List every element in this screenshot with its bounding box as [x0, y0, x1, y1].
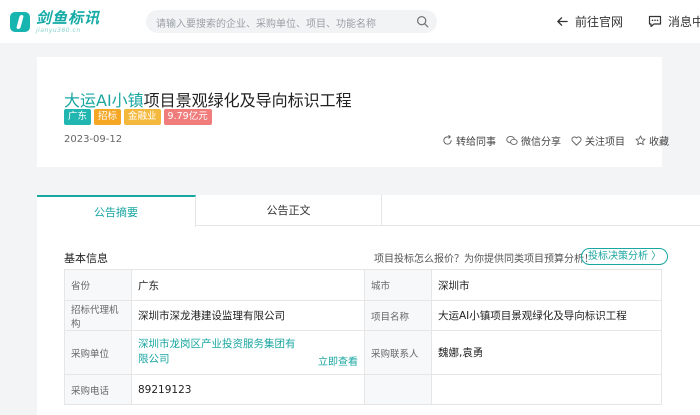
- basic-info-title: 基本信息: [64, 252, 108, 265]
- tag-type: 招标: [94, 109, 122, 125]
- messages-link[interactable]: 消息中: [648, 13, 700, 29]
- logo-icon: [10, 12, 30, 32]
- view-now-link[interactable]: 立即查看: [318, 353, 358, 368]
- table-row: 采购电话 89219123: [64, 374, 662, 405]
- agency-key: 招标代理机构: [64, 300, 132, 331]
- project-actions: 转给同事 微信分享 关注项目 收藏: [442, 133, 669, 148]
- favorite-button[interactable]: 收藏: [635, 133, 669, 148]
- tag-region: 广东: [64, 109, 92, 125]
- search-icon[interactable]: [416, 15, 429, 28]
- project-title: 大运AI小镇项目景观绿化及导向标识工程: [64, 87, 352, 111]
- go-to-official-site-link[interactable]: 前往官网: [556, 13, 623, 29]
- table-row: 省份 广东 城市 深圳市: [64, 269, 662, 301]
- publish-date: 2023-09-12: [64, 134, 123, 145]
- share-icon: [443, 135, 452, 145]
- bid-decision-analysis-button[interactable]: 投标决策分析 〉: [581, 248, 669, 265]
- project-name-key: 项目名称: [364, 300, 432, 331]
- back-arrow-icon: [557, 16, 568, 26]
- follow-project-label: 关注项目: [585, 137, 625, 148]
- announcement-detail-card: 公告摘要 公告正文 基本信息 项目投标怎么报价？为你提供同类项目预算分析！ 投标…: [37, 195, 700, 415]
- wechat-share-label: 微信分享: [521, 137, 561, 148]
- top-nav-bar: 剑鱼标讯 jianyu360.cn 请输入要搜索的企业、采购单位、项目、功能名称…: [0, 0, 700, 43]
- table-row: 招标代理机构 深圳市深龙港建设监理有限公司 项目名称 大运AI小镇项目景观绿化及…: [64, 300, 662, 331]
- search-input[interactable]: 请输入要搜索的企业、采购单位、项目、功能名称: [146, 10, 437, 33]
- city-key: 城市: [364, 269, 432, 301]
- buyer-contact-value: 魏娜,袁勇: [431, 330, 662, 375]
- follow-project-button[interactable]: 关注项目: [571, 133, 625, 148]
- favorite-label: 收藏: [649, 137, 669, 148]
- wechat-share-button[interactable]: 微信分享: [506, 133, 561, 148]
- tag-industry: 金融业: [124, 109, 161, 125]
- buyer-phone-value: 89219123: [131, 374, 365, 405]
- tab-announcement-text[interactable]: 公告正文: [196, 195, 382, 226]
- share-to-colleague-button[interactable]: 转给同事: [442, 133, 496, 148]
- message-icon: [648, 15, 662, 27]
- project-title-rest: 项目景观绿化及导向标识工程: [143, 91, 352, 110]
- project-title-highlight: 大运AI小镇: [64, 91, 144, 110]
- basic-info-table: 省份 广东 城市 深圳市 招标代理机构 深圳市深龙港建设监理有限公司 项目名称 …: [64, 269, 662, 405]
- wechat-icon: [506, 135, 518, 145]
- project-name-value: 大运AI小镇项目景观绿化及导向标识工程: [431, 300, 662, 331]
- messages-label: 消息中: [668, 14, 700, 29]
- city-value: 深圳市: [431, 269, 662, 301]
- share-to-colleague-label: 转给同事: [456, 137, 496, 148]
- buyer-link[interactable]: 深圳市龙岗区产业投资服务集团有限公司: [138, 337, 303, 367]
- heart-icon: [571, 135, 582, 146]
- tag-amount: 9.79亿元: [163, 109, 212, 125]
- buyer-cell: 深圳市龙岗区产业投资服务集团有限公司 立即查看: [131, 330, 365, 375]
- province-value: 广东: [131, 269, 365, 301]
- empty-key: [364, 374, 432, 405]
- logo-domain: jianyu360.cn: [36, 26, 81, 34]
- logo-name: 剑鱼标讯: [36, 8, 101, 27]
- go-to-official-site-label: 前往官网: [575, 14, 624, 29]
- buyer-contact-key: 采购联系人: [364, 330, 432, 375]
- project-tags: 广东 招标 金融业 9.79亿元: [64, 109, 212, 125]
- table-row: 采购单位 深圳市龙岗区产业投资服务集团有限公司 立即查看 采购联系人 魏娜,袁勇: [64, 330, 662, 375]
- site-logo[interactable]: 剑鱼标讯 jianyu360.cn: [10, 8, 100, 36]
- agency-value: 深圳市深龙港建设监理有限公司: [131, 300, 365, 331]
- province-key: 省份: [64, 269, 132, 301]
- buyer-phone-key: 采购电话: [64, 374, 132, 405]
- buyer-key: 采购单位: [64, 330, 132, 375]
- project-header-card: 大运AI小镇项目景观绿化及导向标识工程 广东 招标 金融业 9.79亿元 202…: [37, 57, 669, 167]
- empty-value: [431, 374, 662, 405]
- detail-tabs: 公告摘要 公告正文: [37, 195, 700, 227]
- bid-pricing-hint: 项目投标怎么报价？为你提供同类项目预算分析！: [374, 254, 594, 265]
- tab-announcement-summary[interactable]: 公告摘要: [37, 195, 196, 227]
- search-placeholder: 请输入要搜索的企业、采购单位、项目、功能名称: [156, 19, 376, 30]
- star-icon: [635, 135, 646, 146]
